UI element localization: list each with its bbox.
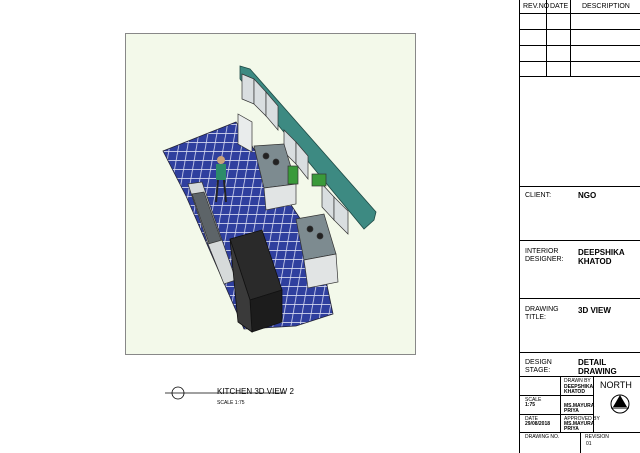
drawing-title-label-1: DRAWING	[525, 306, 559, 313]
drawing-no-label: DRAWING NO.	[525, 434, 560, 440]
revision-label: REVISION	[585, 434, 609, 440]
designer-value-1: DEEPSHIKA	[578, 248, 625, 257]
north-arrow-icon	[610, 394, 630, 414]
client-label: CLIENT:	[525, 192, 552, 199]
design-stage-value-2: DRAWING	[578, 367, 617, 376]
client-value: NGO	[578, 191, 597, 200]
north-label: NORTH	[600, 380, 632, 390]
drawing-title-label-2: TITLE:	[525, 314, 547, 321]
caption-scale: SCALE 1:75	[217, 400, 245, 406]
kitchen-3d-render	[162, 65, 377, 333]
kitchen-3d-view	[125, 33, 416, 355]
design-stage-value-1: DETAIL	[578, 358, 607, 367]
description-header: DESCRIPTION	[582, 3, 630, 10]
design-stage-label-1: DESIGN	[525, 359, 552, 366]
drawing-sheet: KITCHEN 3D VIEW 2 SCALE 1:75 REV.NO DATE…	[0, 0, 640, 453]
caption-title: KITCHEN 3D VIEW 2	[217, 387, 294, 396]
designer-value-2: KHATOD	[578, 257, 612, 266]
designer-label-1: INTERIOR	[525, 248, 559, 255]
title-block: REV.NO DATE DESCRIPTION CLIENT: NGO INTE…	[519, 0, 640, 453]
date-header: DATE	[550, 3, 569, 10]
drawing-title-value: 3D VIEW	[578, 306, 611, 315]
design-stage-label-2: STAGE:	[525, 367, 551, 374]
scale-value: 1:75	[525, 402, 536, 408]
date-value: 29/08/2018	[525, 421, 551, 427]
designer-label-2: DESIGNER:	[525, 256, 564, 263]
revision-value: 01	[586, 441, 592, 447]
